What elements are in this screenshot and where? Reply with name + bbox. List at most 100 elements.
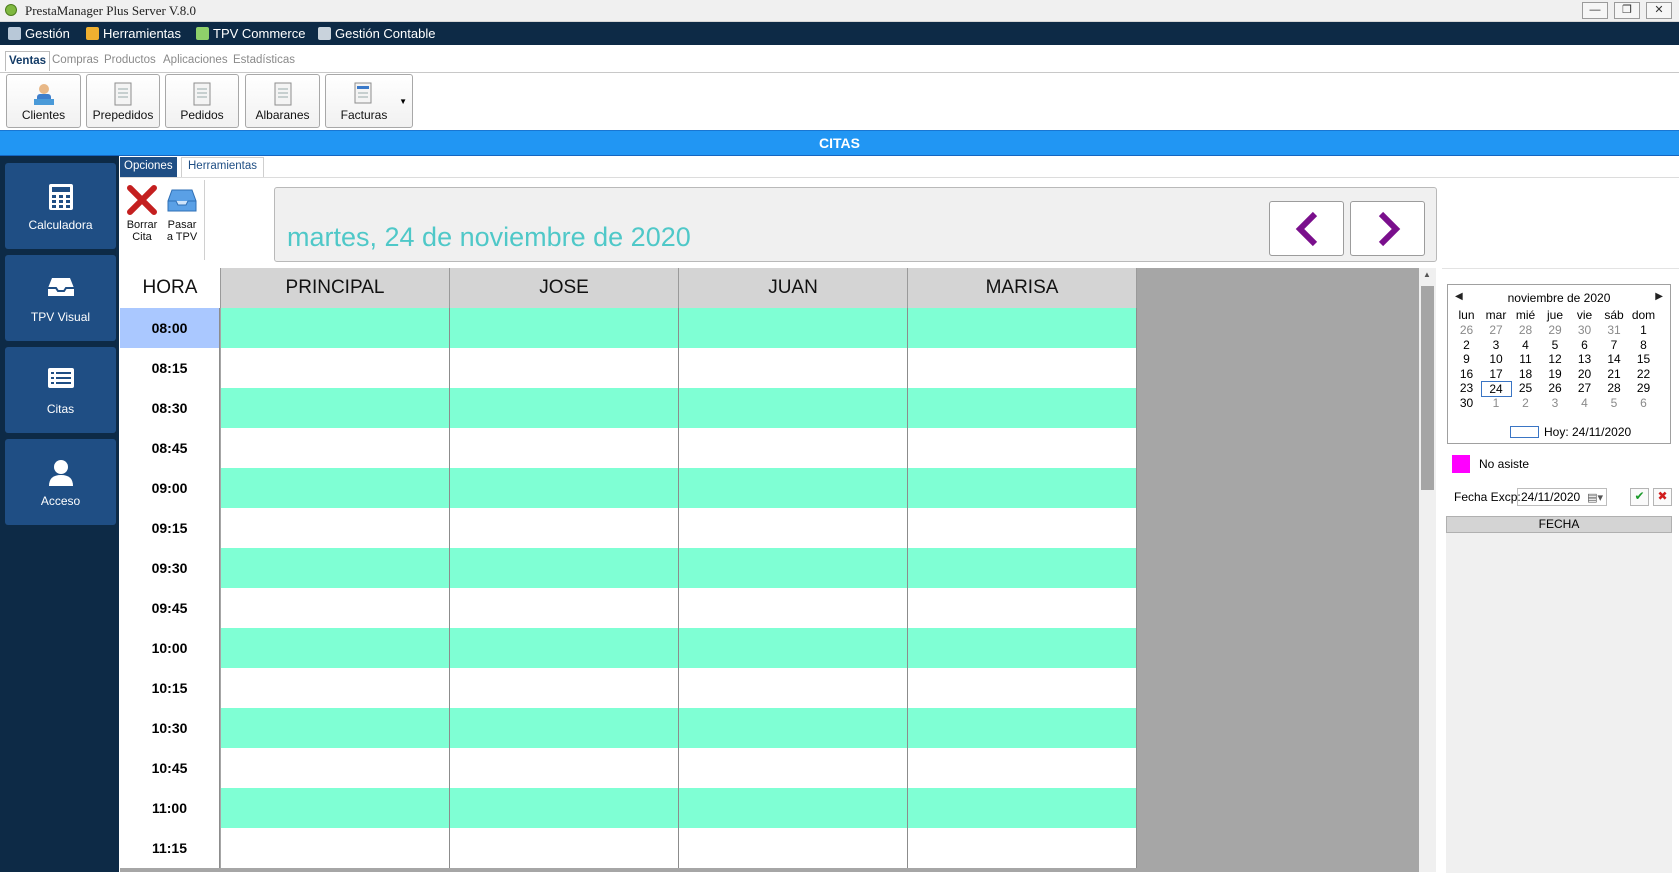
calendar-day[interactable]: 23 <box>1451 381 1482 395</box>
appointment-slot[interactable] <box>679 668 908 708</box>
menu-herramientas[interactable]: Herramientas <box>86 26 181 41</box>
chevron-down-icon[interactable]: ▼ <box>399 97 407 106</box>
calendar-day[interactable]: 1 <box>1481 396 1512 410</box>
appointment-slot[interactable] <box>679 468 908 508</box>
time-cell[interactable]: 11:15 <box>120 828 220 868</box>
appointment-slot[interactable] <box>679 708 908 748</box>
calendar-day[interactable]: 19 <box>1540 367 1571 381</box>
calendar-day[interactable]: 11 <box>1510 352 1541 366</box>
appointment-slot[interactable] <box>450 468 679 508</box>
appointment-slot[interactable] <box>908 548 1137 588</box>
appointment-slot[interactable] <box>679 508 908 548</box>
appointment-slot[interactable] <box>450 828 679 868</box>
sidebar-item-tpv-visual[interactable]: TPV Visual <box>5 255 116 341</box>
calendar-day[interactable]: 1 <box>1628 323 1659 337</box>
appointment-slot[interactable] <box>908 668 1137 708</box>
appointment-slot[interactable] <box>221 508 450 548</box>
appointment-slot[interactable] <box>450 348 679 388</box>
appointment-slot[interactable] <box>450 628 679 668</box>
calendar-day[interactable]: 27 <box>1481 323 1512 337</box>
calendar-day[interactable]: 6 <box>1569 338 1600 352</box>
appointment-slot[interactable] <box>679 628 908 668</box>
appointment-slot[interactable] <box>908 348 1137 388</box>
appointment-slot[interactable] <box>679 588 908 628</box>
time-cell[interactable]: 10:00 <box>120 628 220 668</box>
appointment-slot[interactable] <box>908 508 1137 548</box>
tab-estadisticas[interactable]: Estadísticas <box>233 54 295 66</box>
appointment-slot[interactable] <box>908 828 1137 868</box>
calendar-day[interactable]: 9 <box>1451 352 1482 366</box>
appointment-slot[interactable] <box>679 828 908 868</box>
next-day-button[interactable] <box>1350 201 1425 256</box>
calendar-day[interactable]: 26 <box>1540 381 1571 395</box>
appointment-slot[interactable] <box>679 788 908 828</box>
facturas-button[interactable]: Facturas ▼ <box>325 74 413 128</box>
appointment-slot[interactable] <box>679 308 908 348</box>
fecha-excp-field[interactable]: 24/11/2020 ▤▾ <box>1517 488 1607 506</box>
appointment-slot[interactable] <box>450 428 679 468</box>
appointment-slot[interactable] <box>221 788 450 828</box>
calendar-day[interactable]: 10 <box>1481 352 1512 366</box>
appointment-slot[interactable] <box>221 708 450 748</box>
menu-gestion-contable[interactable]: Gestión Contable <box>318 26 435 41</box>
calendar-day[interactable]: 29 <box>1628 381 1659 395</box>
calendar-day[interactable]: 4 <box>1510 338 1541 352</box>
appointment-slot[interactable] <box>221 548 450 588</box>
calendar-day[interactable]: 3 <box>1481 338 1512 352</box>
borrar-cita-button[interactable]: Borrar Cita <box>124 184 160 243</box>
calendar-day[interactable]: 14 <box>1599 352 1630 366</box>
calendar-day[interactable]: 30 <box>1569 323 1600 337</box>
calendar-day[interactable]: 5 <box>1599 396 1630 410</box>
calendar-day[interactable]: 29 <box>1540 323 1571 337</box>
calendar-day[interactable]: 6 <box>1628 396 1659 410</box>
appointment-slot[interactable] <box>221 588 450 628</box>
clientes-button[interactable]: Clientes <box>6 74 81 128</box>
tab-aplicaciones[interactable]: Aplicaciones <box>163 54 228 66</box>
time-cell[interactable]: 08:00 <box>120 308 220 348</box>
restore-button[interactable]: ❐ <box>1614 2 1640 19</box>
tab-productos[interactable]: Productos <box>104 54 156 66</box>
appointment-slot[interactable] <box>450 748 679 788</box>
calendar-day[interactable]: 5 <box>1540 338 1571 352</box>
appointment-slot[interactable] <box>221 668 450 708</box>
appointment-slot[interactable] <box>221 388 450 428</box>
time-cell[interactable]: 08:30 <box>120 388 220 428</box>
appointment-slot[interactable] <box>908 308 1137 348</box>
vertical-scrollbar[interactable]: ▲ <box>1419 268 1436 872</box>
time-cell[interactable]: 10:15 <box>120 668 220 708</box>
fecha-list[interactable] <box>1446 533 1672 873</box>
appointment-slot[interactable] <box>450 308 679 348</box>
appointment-slot[interactable] <box>908 588 1137 628</box>
close-button[interactable]: ✕ <box>1646 2 1672 19</box>
appointment-slot[interactable] <box>221 748 450 788</box>
calendar-day[interactable]: 3 <box>1540 396 1571 410</box>
appointment-slot[interactable] <box>908 748 1137 788</box>
appointment-slot[interactable] <box>908 428 1137 468</box>
calendar-dropdown-icon[interactable]: ▤▾ <box>1587 491 1603 504</box>
time-cell[interactable]: 10:30 <box>120 708 220 748</box>
appointment-slot[interactable] <box>221 628 450 668</box>
calendar-day[interactable]: 18 <box>1510 367 1541 381</box>
sidebar-item-citas[interactable]: Citas <box>5 347 116 433</box>
appointment-slot[interactable] <box>679 348 908 388</box>
calendar-day[interactable]: 2 <box>1510 396 1541 410</box>
time-cell[interactable]: 09:30 <box>120 548 220 588</box>
calendar-day[interactable]: 21 <box>1599 367 1630 381</box>
calendar-day[interactable]: 13 <box>1569 352 1600 366</box>
appointment-slot[interactable] <box>450 508 679 548</box>
calendar-day[interactable]: 20 <box>1569 367 1600 381</box>
calendar-day[interactable]: 30 <box>1451 396 1482 410</box>
appointment-slot[interactable] <box>908 788 1137 828</box>
previous-day-button[interactable] <box>1269 201 1344 256</box>
appointment-slot[interactable] <box>679 388 908 428</box>
appointment-slot[interactable] <box>221 428 450 468</box>
month-calendar[interactable]: ◀ noviembre de 2020 ▶ lun mar mié jue vie sáb… <box>1447 284 1671 444</box>
tab-opciones[interactable]: Opciones <box>120 157 177 177</box>
pasar-tpv-button[interactable]: Pasar a TPV <box>163 186 201 243</box>
sidebar-item-calculadora[interactable]: Calculadora <box>5 163 116 249</box>
calendar-day[interactable]: 26 <box>1451 323 1482 337</box>
minimize-button[interactable]: — <box>1582 2 1608 19</box>
appointment-slot[interactable] <box>221 828 450 868</box>
appointment-slot[interactable] <box>450 588 679 628</box>
calendar-day[interactable]: 28 <box>1599 381 1630 395</box>
